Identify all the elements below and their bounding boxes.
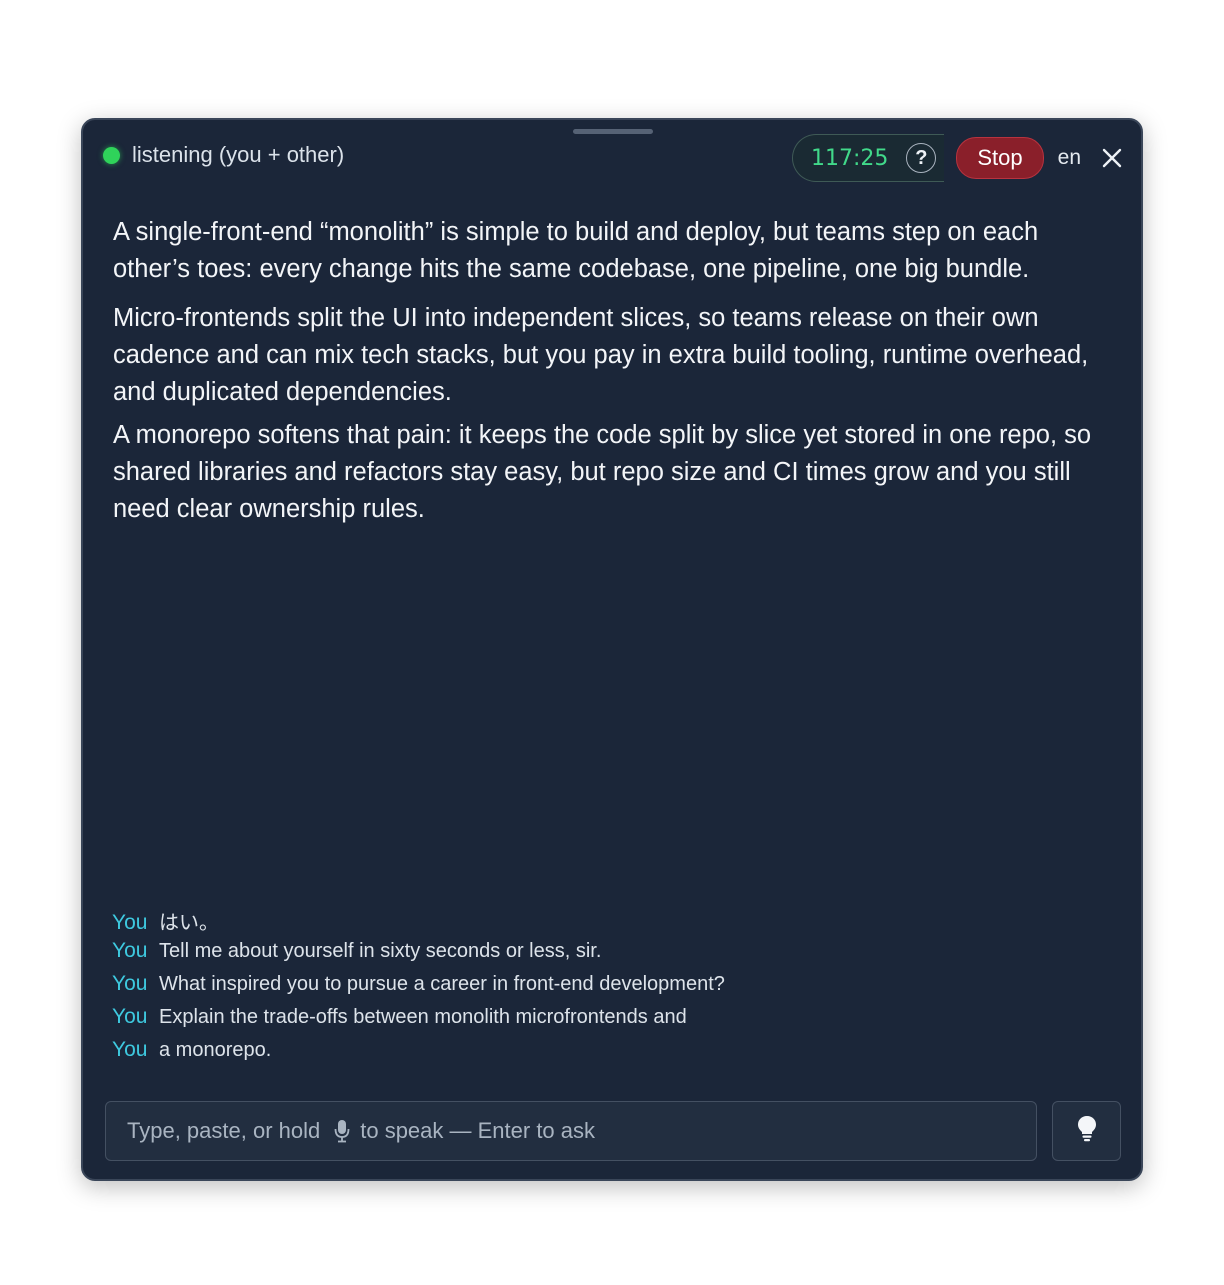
microphone-icon[interactable] <box>334 1119 350 1143</box>
speaker-label: You <box>112 1038 148 1061</box>
stop-button[interactable]: Stop <box>956 137 1044 179</box>
utterance-text: はい。 <box>159 912 219 934</box>
utterance-text: Tell me about yourself in sixty seconds … <box>159 940 602 962</box>
header-controls: 117:25 ? Stop en <box>791 134 1123 182</box>
placeholder-after: to speak — Enter to ask <box>360 1118 596 1143</box>
transcript-row: You Explain the trade-offs between monol… <box>112 1005 1112 1038</box>
answer-panel: A single-front-end “monolith” is simple … <box>113 214 1113 540</box>
utterance-text: What inspired you to pursue a career in … <box>159 973 725 995</box>
language-selector[interactable]: en <box>1058 146 1081 170</box>
utterance-text: a monorepo. <box>159 1039 272 1061</box>
answer-paragraph: Micro-frontends split the UI into indepe… <box>113 304 1089 406</box>
speaker-label: You <box>112 939 148 962</box>
placeholder-before: Type, paste, or hold <box>127 1118 321 1143</box>
transcript-row: You はい。 <box>112 906 1112 939</box>
hint-button[interactable] <box>1052 1101 1121 1161</box>
speaker-label: You <box>112 911 148 934</box>
lightbulb-icon <box>1077 1115 1097 1148</box>
speaker-label: You <box>112 972 148 995</box>
session-timer: 117:25 <box>810 145 889 171</box>
assistant-window: listening (you + other) 117:25 ? Stop en… <box>81 118 1143 1181</box>
transcript-row: You What inspired you to pursue a career… <box>112 972 1112 1005</box>
ask-input[interactable]: Type, paste, or hold to speak — Enter to… <box>105 1101 1037 1161</box>
answer-paragraph: A single-front-end “monolith” is simple … <box>113 218 1039 283</box>
close-icon[interactable] <box>1101 147 1123 169</box>
timer-pill: 117:25 ? <box>791 134 945 182</box>
utterance-text: Explain the trade-offs between monolith … <box>159 1006 687 1028</box>
listening-status: listening (you + other) <box>103 142 344 168</box>
status-text: listening (you + other) <box>132 142 345 167</box>
help-button[interactable]: ? <box>906 143 937 173</box>
transcript-list: You はい。 You Tell me about yourself in si… <box>112 906 1112 1071</box>
speaker-label: You <box>112 1005 148 1028</box>
status-dot-icon <box>103 146 120 164</box>
answer-paragraph: A monorepo softens that pain: it keeps t… <box>113 421 1092 523</box>
transcript-row: You Tell me about yourself in sixty seco… <box>112 939 1112 972</box>
drag-handle[interactable] <box>573 129 653 134</box>
transcript-row: You a monorepo. <box>112 1038 1112 1071</box>
